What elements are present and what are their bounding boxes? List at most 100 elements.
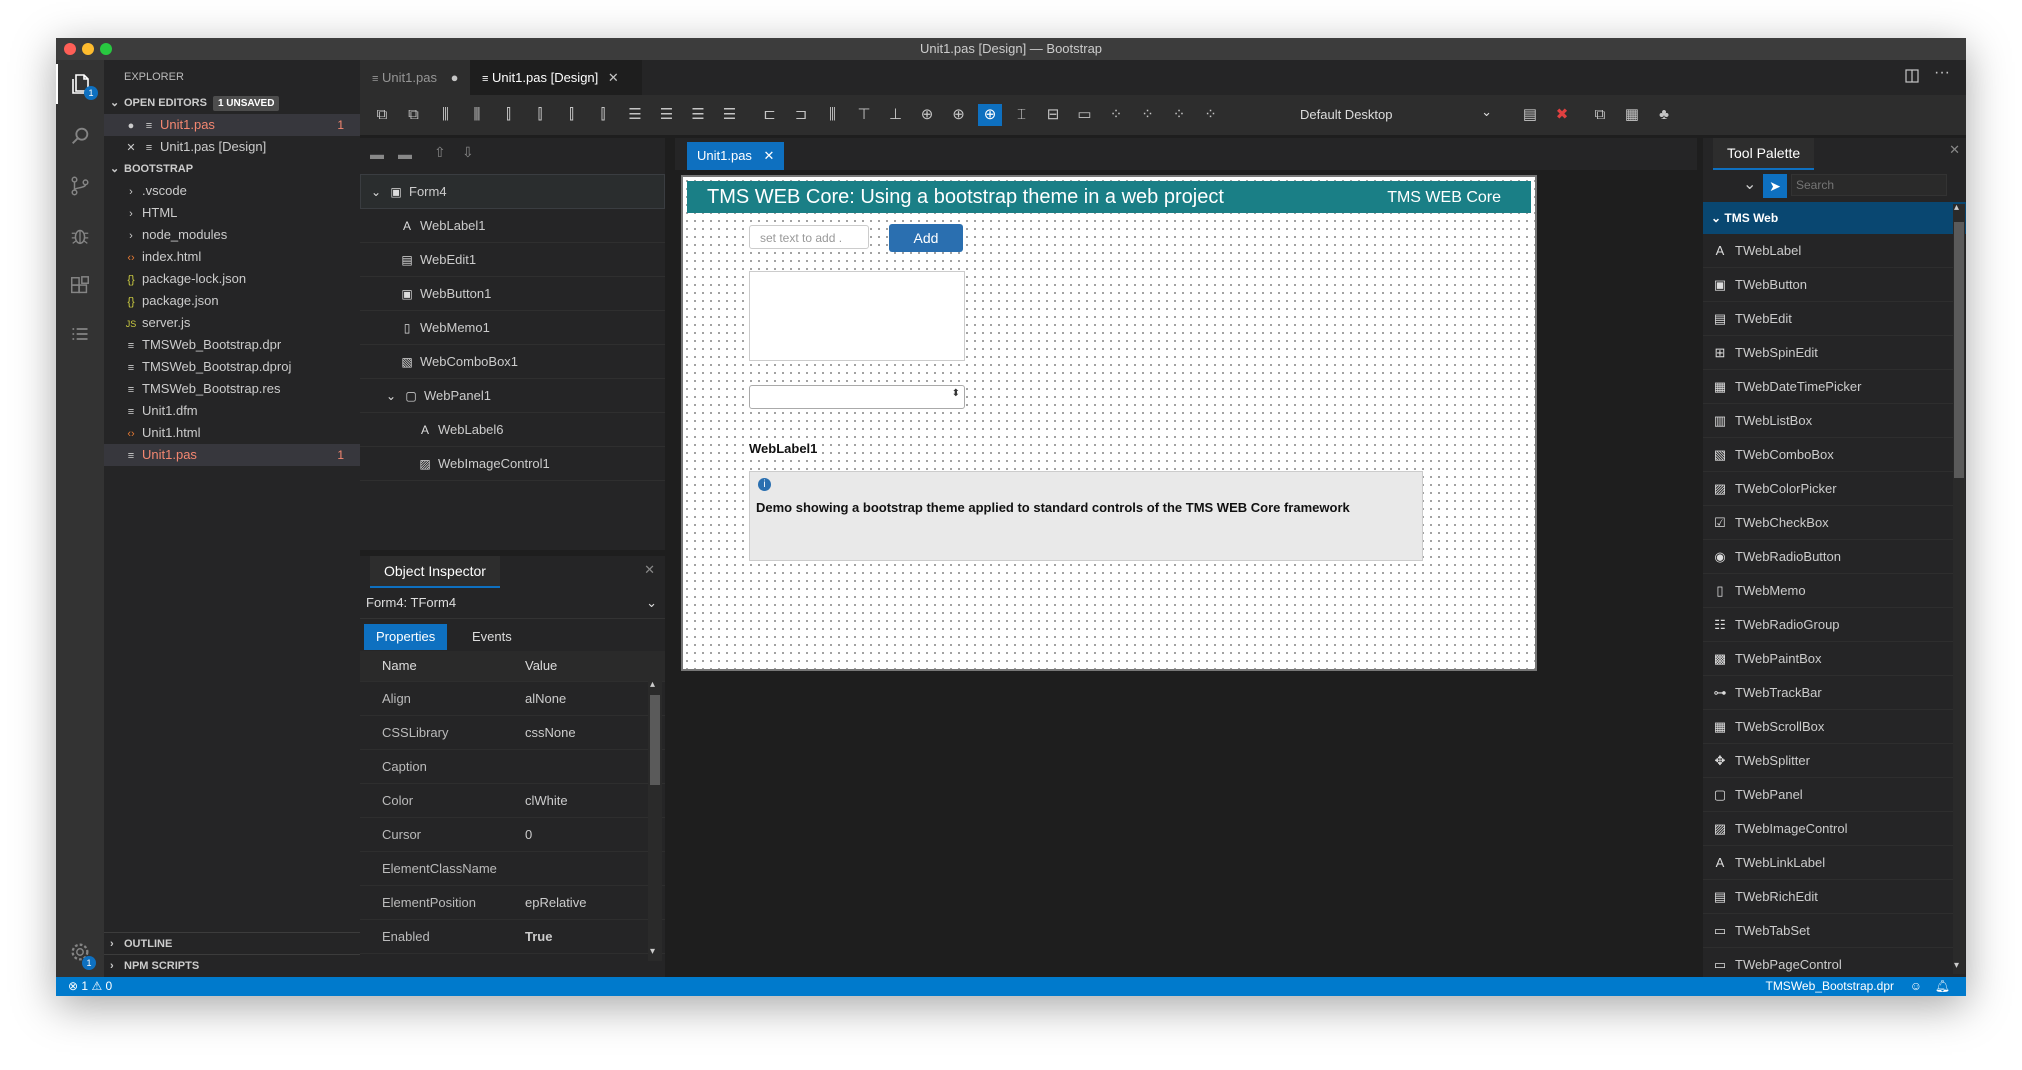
palette-item[interactable]: ▭ TWebTabSet	[1703, 914, 1953, 948]
align-top-icon[interactable]: ⊤	[852, 104, 876, 126]
align-left-icon[interactable]: ⊏	[758, 104, 782, 126]
close-icon[interactable]: ✕	[608, 70, 619, 85]
space-h-icon[interactable]: ⫿	[591, 104, 615, 126]
tree-node-form4[interactable]: ⌄ ▣ Form4	[360, 174, 665, 209]
form-header-bar[interactable]: TMS WEB Core: Using a bootstrap theme in…	[687, 181, 1531, 213]
space-h-icon[interactable]: ⫿	[528, 104, 552, 126]
align-right-icon[interactable]: ⊐	[789, 104, 813, 126]
palette-item[interactable]: ☷ TWebRadioGroup	[1703, 608, 1953, 642]
close-window-button[interactable]	[64, 43, 76, 55]
tree-item[interactable]: ‹› Unit1.html	[104, 422, 360, 444]
property-row[interactable]: Enabled True	[360, 920, 665, 954]
inspector-scrollbar[interactable]: ▴ ▾	[648, 679, 662, 961]
layout-select[interactable]: Default Desktop ⌄	[1300, 103, 1500, 127]
palette-scrollbar[interactable]: ▴ ▾	[1953, 202, 1965, 974]
scroll-down-icon[interactable]: ▾	[1954, 960, 1959, 971]
property-row[interactable]: Caption	[360, 750, 665, 784]
problems-indicator[interactable]: ⊗ 1 ⚠ 0	[68, 977, 112, 996]
save-layout-icon[interactable]: ▤	[1518, 104, 1542, 126]
center-window-icon[interactable]: ⊕	[978, 104, 1002, 126]
tab-events[interactable]: Events	[460, 624, 524, 650]
source-control-icon[interactable]	[56, 166, 104, 206]
designer-tab[interactable]: Unit1.pas ✕	[687, 142, 785, 170]
memo-box[interactable]	[749, 271, 965, 361]
add-button[interactable]: Add	[889, 224, 963, 252]
combo-box[interactable]: ⬍	[749, 385, 965, 409]
unsaved-dot-icon[interactable]: ●	[124, 115, 138, 137]
explorer-icon[interactable]: 1	[56, 64, 106, 104]
minimize-window-button[interactable]	[82, 43, 94, 55]
palette-item[interactable]: ▤ TWebRichEdit	[1703, 880, 1953, 914]
scrollbar-thumb[interactable]	[650, 695, 660, 785]
open-editor-unit1-design[interactable]: ✕ ≡ Unit1.pas [Design]	[104, 136, 360, 158]
space-h-icon[interactable]: ⫿	[497, 104, 521, 126]
palette-item[interactable]: ▯ TWebMemo	[1703, 574, 1953, 608]
center-h-icon[interactable]: ⊕	[915, 104, 939, 126]
tree-item[interactable]: › HTML	[104, 202, 360, 224]
debug-icon[interactable]	[56, 216, 104, 256]
palette-item[interactable]: A TWebLinkLabel	[1703, 846, 1953, 880]
object-selector[interactable]: Form4: TForm4 ⌄	[360, 588, 665, 619]
palette-item[interactable]: A TWebLabel	[1703, 234, 1953, 268]
space-h-icon[interactable]: ⫿	[560, 104, 584, 126]
grid-icon[interactable]: ⁘	[1199, 104, 1223, 126]
palette-item[interactable]: ▢ TWebPanel	[1703, 778, 1953, 812]
palette-item[interactable]: ▨ TWebColorPicker	[1703, 472, 1953, 506]
palette-item[interactable]: ▨ TWebImageControl	[1703, 812, 1953, 846]
palette-item[interactable]: ▧ TWebComboBox	[1703, 438, 1953, 472]
tree-item[interactable]: {} package-lock.json	[104, 268, 360, 290]
maximize-window-button[interactable]	[100, 43, 112, 55]
scroll-down-icon[interactable]: ▾	[650, 946, 655, 957]
palette-category-tms-web[interactable]: ⌄ TMS Web	[1703, 202, 1966, 234]
property-value[interactable]: epRelative	[525, 886, 586, 919]
text-input[interactable]: set text to add .	[749, 225, 869, 249]
palette-item[interactable]: ▦ TWebScrollBox	[1703, 710, 1953, 744]
tree-item[interactable]: › .vscode	[104, 180, 360, 202]
pointer-tool-button[interactable]: ➤	[1763, 174, 1787, 198]
palette-item[interactable]: ▥ TWebListBox	[1703, 404, 1953, 438]
move-up-icon[interactable]: ⇧	[434, 144, 446, 161]
tree-node[interactable]: ⌄ ▢ WebPanel1	[360, 379, 665, 413]
object-inspector-tab[interactable]: Object Inspector	[370, 556, 500, 588]
tree-node[interactable]: ▧ WebComboBox1	[360, 345, 665, 379]
property-value[interactable]: 0	[525, 818, 532, 851]
design-form[interactable]: TMS WEB Core: Using a bootstrap theme in…	[681, 175, 1537, 671]
close-icon[interactable]: ✕	[764, 148, 775, 163]
settings-gear-icon[interactable]: 1	[56, 932, 104, 972]
tree-item[interactable]: ≡ TMSWeb_Bootstrap.dproj	[104, 356, 360, 378]
grid-icon[interactable]: ⁘	[1167, 104, 1191, 126]
send-back-icon[interactable]: ⧉	[402, 104, 426, 126]
space-v-icon[interactable]: ☰	[718, 104, 742, 126]
scroll-up-icon[interactable]: ▴	[650, 679, 655, 690]
scrollbar-thumb[interactable]	[1954, 222, 1964, 478]
bring-front-icon[interactable]: ⧉	[370, 104, 394, 126]
property-row[interactable]: Color clWhite	[360, 784, 665, 818]
tree-item[interactable]: ≡ Unit1.dfm	[104, 400, 360, 422]
space-v-icon[interactable]: ☰	[686, 104, 710, 126]
list-icon[interactable]	[56, 314, 104, 354]
tree-item[interactable]: ≡ TMSWeb_Bootstrap.res	[104, 378, 360, 400]
palette-item[interactable]: ✥ TWebSplitter	[1703, 744, 1953, 778]
space-v-icon[interactable]: ☰	[623, 104, 647, 126]
feedback-smiley-icon[interactable]: ☺	[1910, 977, 1922, 996]
property-row[interactable]: ElementPosition epRelative	[360, 886, 665, 920]
tree-item[interactable]: JS server.js	[104, 312, 360, 334]
align-bottom-icon[interactable]: ⊥	[884, 104, 908, 126]
project-section[interactable]: ⌄ BOOTSTRAP	[104, 158, 360, 180]
same-height-icon[interactable]: ⌶	[1010, 104, 1034, 126]
align-center-v-icon[interactable]: ⫼	[465, 104, 489, 126]
palette-item[interactable]: ▤ TWebEdit	[1703, 302, 1953, 336]
close-icon[interactable]: ✕	[124, 137, 138, 159]
project-indicator[interactable]: TMSWeb_Bootstrap.dpr	[1765, 977, 1894, 996]
outline-section[interactable]: › OUTLINE	[104, 932, 360, 955]
tree-node[interactable]: ▯ WebMemo1	[360, 311, 665, 345]
property-value[interactable]: alNone	[525, 682, 566, 715]
split-editor-icon[interactable]	[1904, 68, 1922, 86]
tab-unit1-design[interactable]: ≡ Unit1.pas [Design] ✕	[470, 60, 642, 95]
property-row[interactable]: Align alNone	[360, 682, 665, 716]
tree-node[interactable]: ▨ WebImageControl1	[360, 447, 665, 481]
search-icon[interactable]	[56, 116, 104, 156]
tree-item[interactable]: › node_modules	[104, 224, 360, 246]
move-down-icon[interactable]: ⇩	[462, 144, 474, 161]
tree-item[interactable]: {} package.json	[104, 290, 360, 312]
